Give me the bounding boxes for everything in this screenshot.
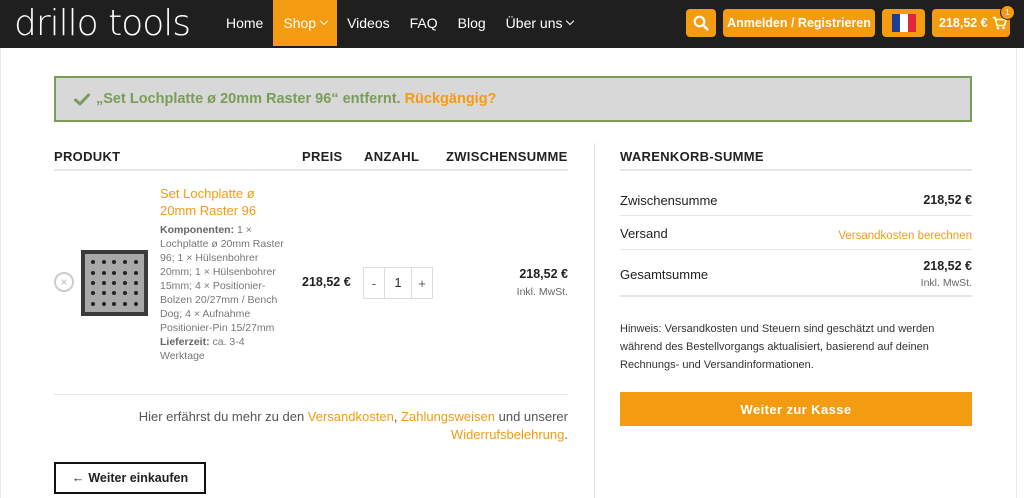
cart-count-badge: 1 xyxy=(1000,5,1015,20)
product-name-link[interactable]: Set Lochplatte ø 20mm Raster 96 xyxy=(160,185,280,219)
quantity-input[interactable] xyxy=(384,268,412,298)
header-quantity: ANZAHL xyxy=(364,149,420,164)
checkout-button[interactable]: Weiter zur Kasse xyxy=(620,392,972,426)
chevron-down-icon xyxy=(566,16,575,26)
nav-blog-label: Blog xyxy=(457,15,486,31)
nav-faq-label: FAQ xyxy=(409,15,438,31)
table-header-divider xyxy=(54,169,568,171)
components-text: 1 × Lochplatte ø 20mm Raster 96; 1 × Hül… xyxy=(160,224,284,334)
item-tax-note: Inkl. MwSt. xyxy=(516,286,568,298)
payment-methods-link[interactable]: Zahlungsweisen xyxy=(401,409,495,424)
page-border-right xyxy=(1016,48,1017,498)
totals-subtotal-value: 218,52 € xyxy=(923,193,972,207)
remove-item-button[interactable]: × xyxy=(54,272,74,292)
header-subtotal: ZWISCHENSUMME xyxy=(446,149,568,164)
item-price: 218,52 € xyxy=(302,275,351,289)
nav-videos[interactable]: Videos xyxy=(337,0,400,46)
product-details: Komponenten: 1 × Lochplatte ø 20mm Raste… xyxy=(160,223,284,363)
notice-message: „Set Lochplatte ø 20mm Raster 96“ entfer… xyxy=(96,91,401,107)
header-price: PREIS xyxy=(302,149,343,164)
withdrawal-policy-link[interactable]: Widerrufsbelehrung xyxy=(451,427,564,442)
delivery-label: Lieferzeit: xyxy=(160,336,210,348)
cart-totals-title: WARENKORB-SUMME xyxy=(620,149,764,164)
site-header: drillo tools Home Shop Videos FAQ Blog Ü… xyxy=(0,0,1024,48)
undo-link[interactable]: Rückgängig? xyxy=(405,91,497,107)
continue-shopping-label: Weiter einkaufen xyxy=(88,471,189,485)
totals-total-value: 218,52 € xyxy=(923,259,972,273)
header-product: PRODUKT xyxy=(54,149,121,164)
removed-notice: „Set Lochplatte ø 20mm Raster 96“ entfer… xyxy=(54,76,972,122)
french-flag-icon xyxy=(891,14,916,32)
info-text-3: und unserer xyxy=(495,409,568,424)
main-nav: Home Shop Videos FAQ Blog Über uns xyxy=(216,0,583,46)
nav-about[interactable]: Über uns xyxy=(496,0,584,46)
item-subtotal: 218,52 € Inkl. MwSt. xyxy=(517,267,568,298)
product-thumbnail[interactable] xyxy=(81,250,148,316)
info-text-4: . xyxy=(564,427,568,442)
totals-divider xyxy=(620,249,972,250)
calculate-shipping-link[interactable]: Versandkosten berechnen xyxy=(838,230,972,242)
nav-shop[interactable]: Shop xyxy=(273,0,338,46)
language-button[interactable] xyxy=(882,9,925,37)
totals-tax-note: Inkl. MwSt. xyxy=(920,277,972,289)
page-border-left xyxy=(0,48,1,498)
check-icon xyxy=(74,93,90,105)
info-text-2: , xyxy=(393,409,402,424)
totals-subtotal-label: Zwischensumme xyxy=(620,193,718,208)
nav-faq[interactable]: FAQ xyxy=(400,0,448,46)
nav-about-label: Über uns xyxy=(505,15,563,31)
quantity-stepper: - + xyxy=(363,267,433,299)
cart-button[interactable]: 218,52 € 1 xyxy=(932,5,1015,37)
search-icon xyxy=(693,15,709,31)
search-button[interactable] xyxy=(686,9,716,37)
nav-home-label: Home xyxy=(226,15,264,31)
item-subtotal-value: 218,52 € xyxy=(519,267,568,281)
close-icon: × xyxy=(60,275,68,289)
totals-bottom-divider xyxy=(620,295,972,297)
totals-divider xyxy=(620,215,972,216)
nav-blog[interactable]: Blog xyxy=(448,0,496,46)
table-row-divider xyxy=(54,394,568,395)
shipping-info-text: Hier erfährst du mehr zu den Versandkost… xyxy=(120,408,568,444)
nav-shop-label: Shop xyxy=(283,15,317,31)
product-image xyxy=(85,254,144,312)
components-label: Komponenten: xyxy=(160,224,235,236)
cart-total: 218,52 € xyxy=(939,16,988,30)
totals-header-divider xyxy=(620,169,972,171)
info-text-1: Hier erfährst du mehr zu den xyxy=(138,409,308,424)
totals-total-label: Gesamtsumme xyxy=(620,267,709,282)
totals-shipping-label: Versand xyxy=(620,226,668,241)
chevron-down-icon xyxy=(319,16,329,26)
arrow-left-icon: ← xyxy=(71,471,85,485)
site-logo[interactable]: drillo tools xyxy=(14,2,191,46)
quantity-decrease-button[interactable]: - xyxy=(364,268,384,298)
continue-shopping-button[interactable]: ← Weiter einkaufen xyxy=(54,462,206,494)
quantity-increase-button[interactable]: + xyxy=(412,268,432,298)
column-divider xyxy=(594,143,595,498)
shipping-hint: Hinweis: Versandkosten und Steuern sind … xyxy=(620,323,935,371)
login-register-button[interactable]: Anmelden / Registrieren xyxy=(723,9,875,37)
nav-home[interactable]: Home xyxy=(216,0,273,46)
shipping-costs-link[interactable]: Versandkosten xyxy=(308,409,394,424)
nav-videos-label: Videos xyxy=(347,15,390,31)
